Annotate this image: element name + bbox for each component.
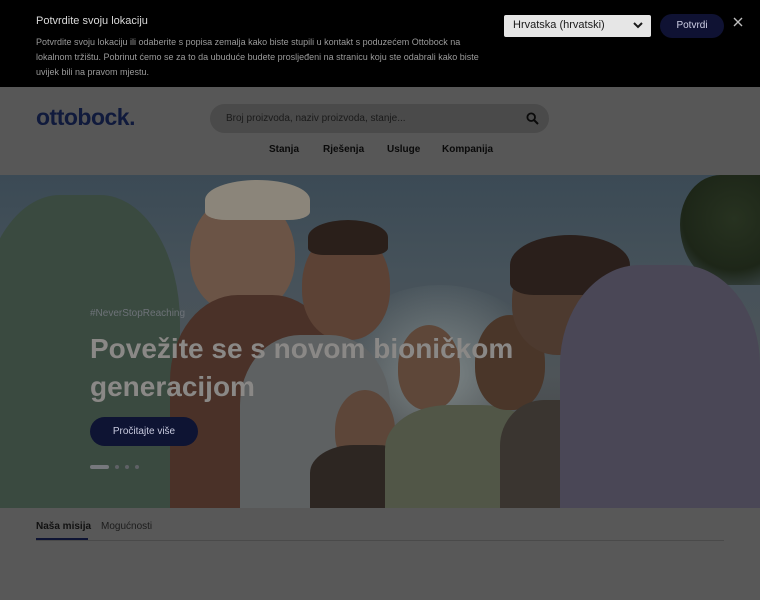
person-right-body bbox=[560, 265, 760, 508]
nav-item-stanja[interactable]: Stanja bbox=[269, 144, 299, 155]
active-tab-indicator bbox=[36, 538, 88, 540]
hero-title: Povežite se s novom bioničkom generacijo… bbox=[90, 333, 514, 402]
search-icon[interactable] bbox=[526, 112, 539, 125]
chevron-down-icon bbox=[633, 22, 643, 29]
slide-indicator-2[interactable] bbox=[115, 465, 119, 469]
hero-banner: #NeverStopReaching Povežite se s novom b… bbox=[0, 175, 760, 508]
location-banner-text: Potvrdite svoju lokaciju ili odaberite s… bbox=[36, 37, 479, 77]
hero-hashtag: #NeverStopReaching bbox=[90, 308, 186, 319]
confirm-location-button[interactable]: Potvrdi bbox=[660, 14, 724, 38]
country-select[interactable]: Hrvatska (hrvatski) bbox=[504, 15, 651, 37]
nav-item-usluge[interactable]: Usluge bbox=[387, 144, 420, 155]
search-placeholder: Broj proizvoda, naziv proizvoda, stanje.… bbox=[226, 113, 406, 124]
read-more-button[interactable]: Pročitajte više bbox=[90, 417, 198, 446]
close-icon[interactable] bbox=[732, 16, 744, 28]
nav-item-kompanija[interactable]: Kompanija bbox=[442, 144, 493, 155]
tab-mogucnosti[interactable]: Mogućnosti bbox=[101, 521, 152, 532]
person-blond-hair bbox=[205, 180, 310, 220]
site-header: ottobock. Broj proizvoda, naziv proizvod… bbox=[0, 87, 760, 175]
content-tabs: Naša misija Mogućnosti bbox=[0, 508, 760, 600]
search-input[interactable]: Broj proizvoda, naziv proizvoda, stanje.… bbox=[210, 104, 549, 133]
person-beard-hair bbox=[308, 220, 388, 255]
main-nav: Stanja Rješenja Usluge Kompanija bbox=[0, 144, 760, 164]
slide-indicator-1[interactable] bbox=[90, 465, 109, 469]
location-banner-title: Potvrdite svoju lokaciju bbox=[36, 15, 148, 27]
slide-indicator-3[interactable] bbox=[125, 465, 129, 469]
country-select-value: Hrvatska (hrvatski) bbox=[513, 19, 605, 31]
slide-indicator-4[interactable] bbox=[135, 465, 139, 469]
tabs-divider bbox=[36, 540, 724, 541]
ottobock-logo[interactable]: ottobock. bbox=[36, 104, 136, 131]
location-banner: Potvrdite svoju lokaciju Potvrdite svoju… bbox=[0, 0, 760, 87]
tab-nasa-misija[interactable]: Naša misija bbox=[36, 521, 91, 532]
nav-item-rjesenja[interactable]: Rješenja bbox=[323, 144, 364, 155]
